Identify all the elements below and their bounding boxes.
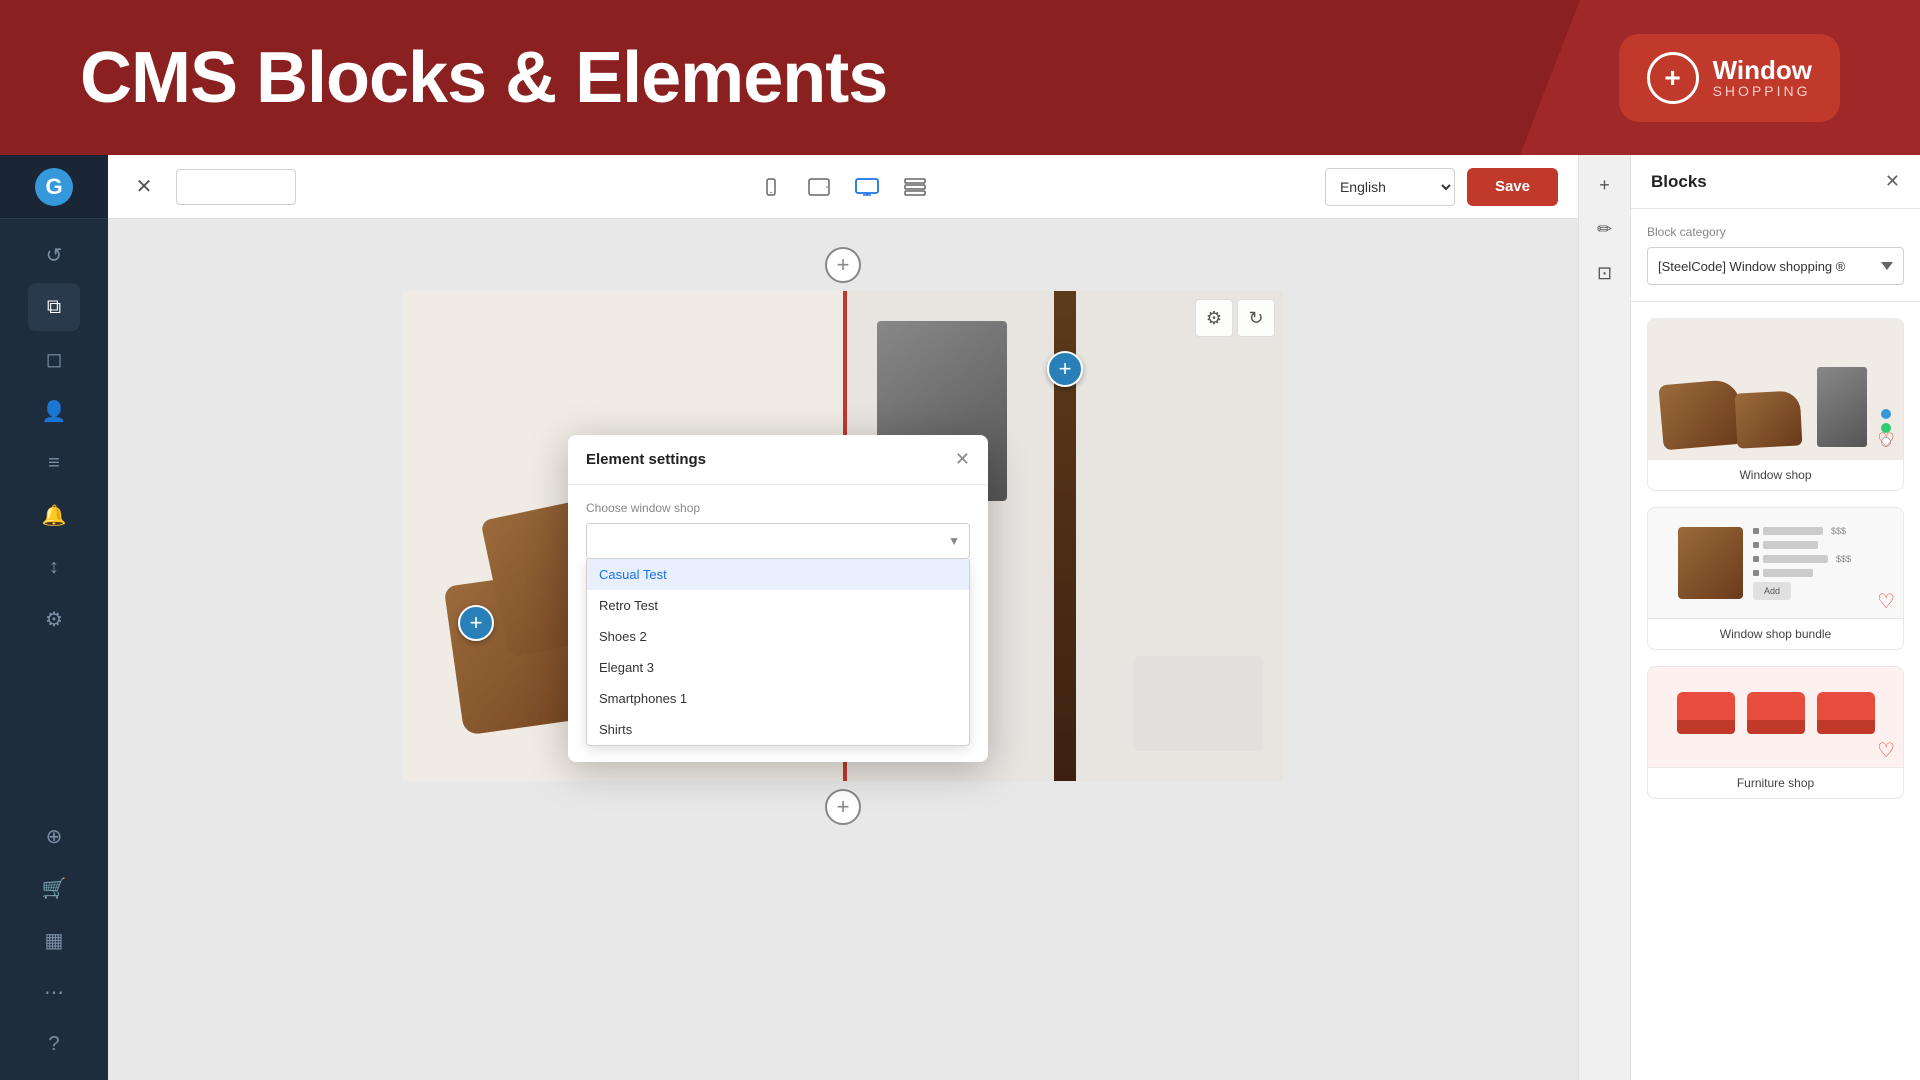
- right-action-bar: + ✏ ⊡: [1578, 155, 1630, 1080]
- sidebar-item-history[interactable]: ↺: [28, 231, 80, 279]
- add-element-button-4[interactable]: +: [1047, 351, 1083, 387]
- canvas-settings-bar: ⚙ ↻: [1195, 299, 1275, 337]
- blocks-title: Blocks: [1651, 172, 1707, 192]
- modal-close-button[interactable]: ✕: [955, 449, 970, 470]
- logo-text: Window SHOPPING: [1713, 57, 1812, 99]
- heart-button-2[interactable]: ♡: [1877, 589, 1895, 614]
- page-name-input[interactable]: [176, 169, 296, 205]
- save-button[interactable]: Save: [1467, 168, 1558, 206]
- sidebar-item-pages[interactable]: ◻: [28, 335, 80, 383]
- modal-body: Choose window shop ▼ Casual Test Retro T…: [568, 485, 988, 762]
- element-settings-modal: Element settings ✕ Choose window shop ▼ …: [568, 435, 988, 762]
- sidebar-item-layers[interactable]: ⧉: [28, 283, 80, 331]
- window-shop-dropdown: Casual Test Retro Test Shoes 2 Elegant 3…: [586, 559, 970, 746]
- blocks-header: Blocks ✕: [1631, 155, 1920, 209]
- heart-button-3[interactable]: ♡: [1877, 738, 1895, 763]
- blocks-category-select[interactable]: [SteelCode] Window shopping ®: [1647, 247, 1904, 285]
- desktop-view-button[interactable]: [849, 169, 885, 205]
- sidebar-item-shop[interactable]: 🛒: [28, 864, 80, 912]
- dropdown-option-casual-test[interactable]: Casual Test: [587, 559, 969, 590]
- logo-icon: +: [1647, 52, 1699, 104]
- sidebar-item-sync[interactable]: ↕: [28, 543, 80, 591]
- sidebar-logo-icon: G: [35, 168, 73, 206]
- block-preview-window-shop: ♡: [1648, 319, 1903, 459]
- block-label-3: Furniture shop: [1648, 767, 1903, 798]
- tablet-view-button[interactable]: [801, 169, 837, 205]
- window-shop-input[interactable]: [586, 523, 970, 559]
- add-block-top-button[interactable]: +: [825, 247, 861, 283]
- add-element-button-2[interactable]: +: [458, 605, 494, 641]
- language-select[interactable]: English: [1325, 168, 1455, 206]
- sidebar-item-help[interactable]: ?: [28, 1020, 80, 1068]
- sidebar-item-settings[interactable]: ⚙: [28, 595, 80, 643]
- list-view-button[interactable]: [897, 169, 933, 205]
- dropdown-arrow-icon: ▼: [948, 534, 960, 548]
- blocks-category-section: Block category [SteelCode] Window shoppi…: [1631, 209, 1920, 302]
- right-add-button[interactable]: +: [1587, 167, 1623, 203]
- mobile-view-button[interactable]: [753, 169, 789, 205]
- logo-container: + Window SHOPPING: [1619, 34, 1840, 122]
- modal-field-label: Choose window shop: [586, 501, 970, 515]
- dropdown-option-shoes-2[interactable]: Shoes 2: [587, 621, 969, 652]
- block-label-1: Window shop: [1648, 459, 1903, 490]
- sidebar-item-users[interactable]: 👤: [28, 387, 80, 435]
- dropdown-option-smartphones-1[interactable]: Smartphones 1: [587, 683, 969, 714]
- block-item-furniture[interactable]: ♡ Furniture shop: [1647, 666, 1904, 799]
- page-title: CMS Blocks & Elements: [80, 37, 887, 119]
- blocks-category-label: Block category: [1647, 225, 1904, 239]
- left-sidebar: G ↺ ⧉ ◻ 👤 ≡ 🔔 ↕ ⚙ ⊕ 🛒 ▦ ⋯ ?: [0, 155, 108, 1080]
- close-button[interactable]: ✕: [128, 171, 160, 203]
- sidebar-item-more[interactable]: ⋯: [28, 968, 80, 1016]
- blocks-panel: Blocks ✕ Block category [SteelCode] Wind…: [1630, 155, 1920, 1080]
- sidebar-item-content[interactable]: ≡: [28, 439, 80, 487]
- dropdown-option-elegant-3[interactable]: Elegant 3: [587, 652, 969, 683]
- dropdown-option-retro-test[interactable]: Retro Test: [587, 590, 969, 621]
- right-edit-button[interactable]: ✏: [1587, 211, 1623, 247]
- sidebar-item-notifications[interactable]: 🔔: [28, 491, 80, 539]
- sidebar-item-grid[interactable]: ▦: [28, 916, 80, 964]
- logo-brand: Window: [1713, 57, 1812, 83]
- toolbar: ✕ English Save: [108, 155, 1578, 219]
- right-block-button[interactable]: ⊡: [1587, 255, 1623, 291]
- block-preview-bundle: $$$ $$$ Add ♡: [1648, 508, 1903, 618]
- heart-button-1[interactable]: ♡: [1877, 428, 1895, 453]
- blocks-grid: ♡ Window shop $$$ $$$ Add: [1631, 302, 1920, 1080]
- canvas-settings-button[interactable]: ⚙: [1195, 299, 1233, 337]
- device-switcher: [753, 169, 933, 205]
- block-item-bundle[interactable]: $$$ $$$ Add ♡ Window shop bundle: [1647, 507, 1904, 650]
- dropdown-option-shirts[interactable]: Shirts: [587, 714, 969, 745]
- header-banner: CMS Blocks & Elements + Window SHOPPING: [0, 0, 1920, 155]
- add-block-bottom-button[interactable]: +: [825, 789, 861, 825]
- sidebar-nav: ↺ ⧉ ◻ 👤 ≡ 🔔 ↕ ⚙: [28, 219, 80, 800]
- logo-sub: SHOPPING: [1713, 83, 1812, 99]
- block-preview-furniture: ♡: [1648, 667, 1903, 767]
- sidebar-item-add[interactable]: ⊕: [28, 812, 80, 860]
- modal-input-wrapper: ▼: [586, 523, 970, 559]
- modal-title: Element settings: [586, 451, 706, 468]
- block-label-2: Window shop bundle: [1648, 618, 1903, 649]
- modal-header: Element settings ✕: [568, 435, 988, 485]
- toolbar-right: English Save: [1325, 168, 1558, 206]
- sidebar-bottom: ⊕ 🛒 ▦ ⋯ ?: [28, 800, 80, 1080]
- sidebar-logo: G: [0, 155, 108, 219]
- canvas-refresh-button[interactable]: ↻: [1237, 299, 1275, 337]
- block-item-window-shop[interactable]: ♡ Window shop: [1647, 318, 1904, 491]
- blocks-close-button[interactable]: ✕: [1885, 171, 1900, 192]
